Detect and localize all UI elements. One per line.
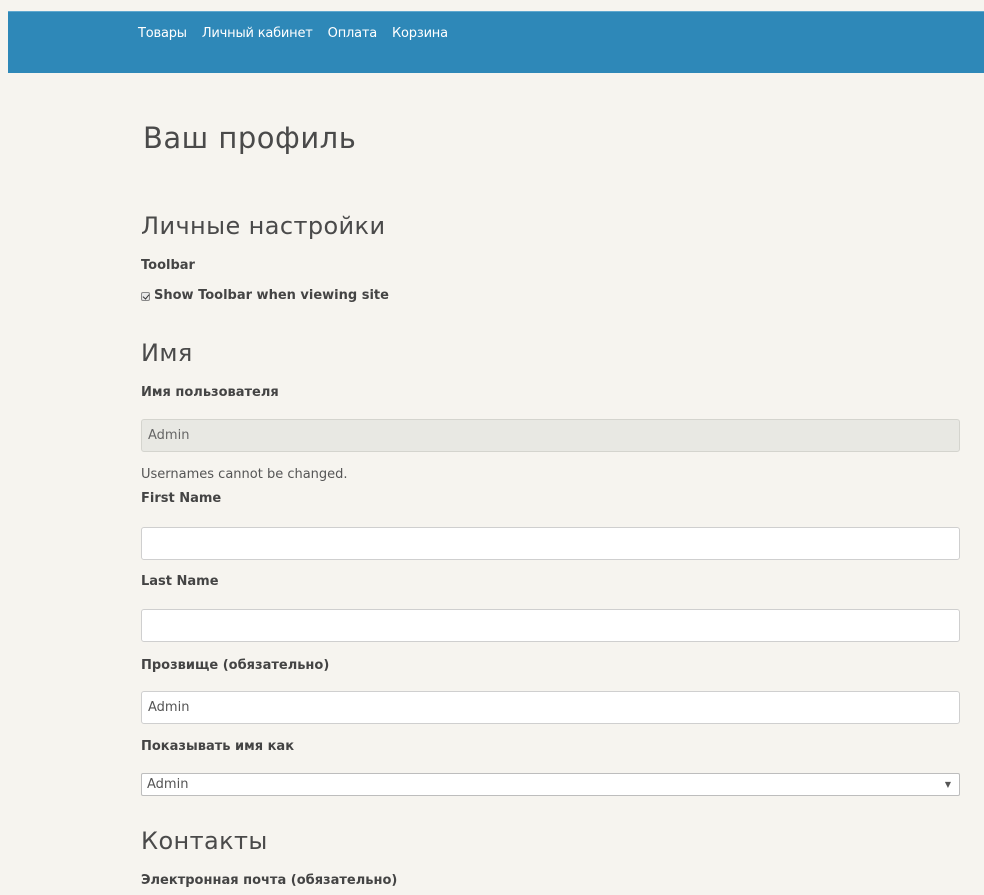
display-name-label: Показывать имя как: [141, 739, 295, 754]
page-title: Ваш профиль: [143, 121, 357, 155]
first-name-field[interactable]: [141, 527, 960, 560]
username-field: Admin: [141, 419, 960, 452]
toolbar-checkbox-label[interactable]: Show Toolbar when viewing site: [154, 288, 389, 303]
first-name-label: First Name: [141, 491, 222, 506]
nav-link-cart[interactable]: Корзина: [392, 26, 448, 41]
toolbar-label: Toolbar: [141, 258, 195, 273]
nav-link-payment[interactable]: Оплата: [328, 26, 378, 41]
last-name-field[interactable]: [141, 609, 960, 642]
toolbar-checkbox[interactable]: [141, 292, 150, 301]
nav-link-account[interactable]: Личный кабинет: [202, 26, 313, 41]
toolbar-checkbox-row[interactable]: Show Toolbar when viewing site: [141, 288, 389, 303]
section-title-personal-settings: Личные настройки: [141, 212, 386, 240]
main-nav: Товары Личный кабинет Оплата Корзина: [138, 26, 463, 41]
display-name-select[interactable]: Admin ▼: [141, 773, 960, 796]
last-name-label: Last Name: [141, 574, 219, 589]
chevron-down-icon: ▼: [944, 780, 951, 789]
nickname-field[interactable]: Admin: [141, 691, 960, 724]
display-name-select-value: Admin: [147, 777, 189, 792]
nickname-label: Прозвище (обязательно): [141, 658, 330, 673]
top-navigation-bar: Товары Личный кабинет Оплата Корзина: [8, 11, 984, 73]
username-hint: Usernames cannot be changed.: [141, 467, 348, 482]
email-label: Электронная почта (обязательно): [141, 873, 398, 888]
username-label: Имя пользователя: [141, 385, 279, 400]
nav-link-products[interactable]: Товары: [138, 26, 187, 41]
section-title-contacts: Контакты: [141, 827, 268, 855]
section-title-name: Имя: [141, 339, 193, 367]
